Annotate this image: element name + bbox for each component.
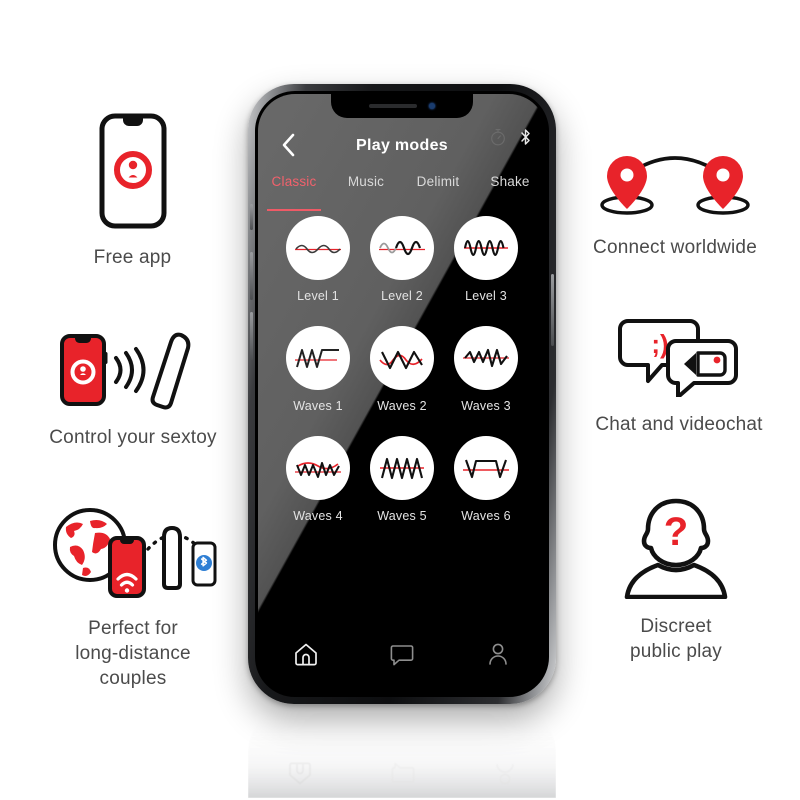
volume-down-button[interactable] [250,312,253,360]
tab-classic[interactable]: Classic [258,174,330,211]
mode-label: Level 1 [297,289,339,303]
phone-bezel: Play modes Classic Music Delimit Shake L… [255,91,549,697]
globe-phone-bluetooth-icon [48,505,218,606]
earpiece-speaker [369,104,417,108]
mode-waves-3[interactable]: Waves 3 [444,326,528,413]
mode-label: Waves 5 [377,509,427,523]
feature-long-distance: Perfect for long-distance couples [22,505,244,691]
wave-zigzag-mixed-icon [286,436,350,500]
mode-waves-6[interactable]: Waves 6 [444,436,528,523]
mode-waves-5[interactable]: Waves 5 [360,436,444,523]
power-button[interactable] [551,274,554,346]
phone-mockup: Play modes Classic Music Delimit Shake L… [240,84,564,710]
mode-label: Waves 3 [461,399,511,413]
feature-caption: Discreet public play [630,616,722,662]
volume-up-button[interactable] [250,252,253,300]
feature-caption: Perfect for long-distance couples [75,618,191,689]
feature-caption: Chat and videochat [595,414,763,435]
tab-music[interactable]: Music [330,174,402,202]
reflected-home-icon [287,758,313,787]
mode-label: Waves 1 [293,399,343,413]
notch [331,94,473,118]
phone-with-app-logo-icon [98,112,168,235]
feature-control-sextoy: Control your sextoy [18,330,248,450]
wave-zigzag-dense-icon [454,326,518,390]
bluetooth-icon[interactable] [519,128,532,151]
header-status-icons [490,128,532,151]
feature-caption: Control your sextoy [49,427,217,448]
mode-label: Waves 2 [377,399,427,413]
nav-chat-button[interactable] [379,639,425,673]
mode-label: Level 2 [381,289,423,303]
wave-sine-low-icon [286,216,350,280]
mode-label: Waves 6 [461,509,511,523]
mode-waves-2[interactable]: Waves 2 [360,326,444,413]
phone-reflection [248,706,556,798]
nav-profile-button[interactable] [475,639,521,673]
phone-screen: Play modes Classic Music Delimit Shake L… [258,94,546,694]
phone-frame: Play modes Classic Music Delimit Shake L… [248,84,556,704]
mode-tabs: Classic Music Delimit Shake [258,174,546,211]
tab-delimit[interactable]: Delimit [402,174,474,202]
wave-square-pulse-icon [454,436,518,500]
mode-label: Level 3 [465,289,507,303]
feature-connect-worldwide: Connect worldwide [566,150,784,260]
wave-sine-high-icon [454,216,518,280]
mode-waves-1[interactable]: Waves 1 [276,326,360,413]
wave-triangle-dense-icon [370,436,434,500]
feature-chat-videochat: ;) Chat and videochat [574,313,784,437]
person-icon [486,642,510,671]
mode-level-1[interactable]: Level 1 [276,216,360,303]
reflected-chat-icon [390,758,416,787]
mode-level-2[interactable]: Level 2 [360,216,444,303]
mode-waves-4[interactable]: Waves 4 [276,436,360,523]
silent-switch[interactable] [250,204,253,230]
feature-free-app: Free app [30,112,235,270]
wave-triangle-wide-icon [370,326,434,390]
promo-layout: Free app Control your sextoy Perfect for… [0,0,800,800]
question-mark-glyph: ? [664,510,688,554]
feature-discreet-public-play: ? Discreet public play [586,495,766,664]
wave-saw-then-flat-icon [286,326,350,390]
reflected-person-icon [493,758,517,787]
speech-bubbles-icon: ;) [614,313,744,402]
wave-sine-mid-icon [370,216,434,280]
chat-bubble-icon [389,642,415,671]
play-mode-grid: Level 1 Level 2 Level 3 Waves 1 Waves 2 … [258,216,546,523]
mode-label: Waves 4 [293,509,343,523]
feature-caption: Connect worldwide [593,237,757,258]
home-icon [293,642,319,671]
stopwatch-icon[interactable] [490,128,506,151]
front-camera-icon [429,103,435,109]
nav-home-button[interactable] [283,639,329,673]
two-map-pins-icon [590,150,760,225]
phone-signal-toy-icon [58,330,208,415]
bottom-navigation [258,636,546,676]
tab-shake[interactable]: Shake [474,174,546,202]
reflection-nav-icons [248,754,556,790]
feature-caption: Free app [93,247,172,268]
anonymous-person-icon: ? [618,495,734,604]
mode-level-3[interactable]: Level 3 [444,216,528,303]
app-header: Play modes [258,128,546,164]
